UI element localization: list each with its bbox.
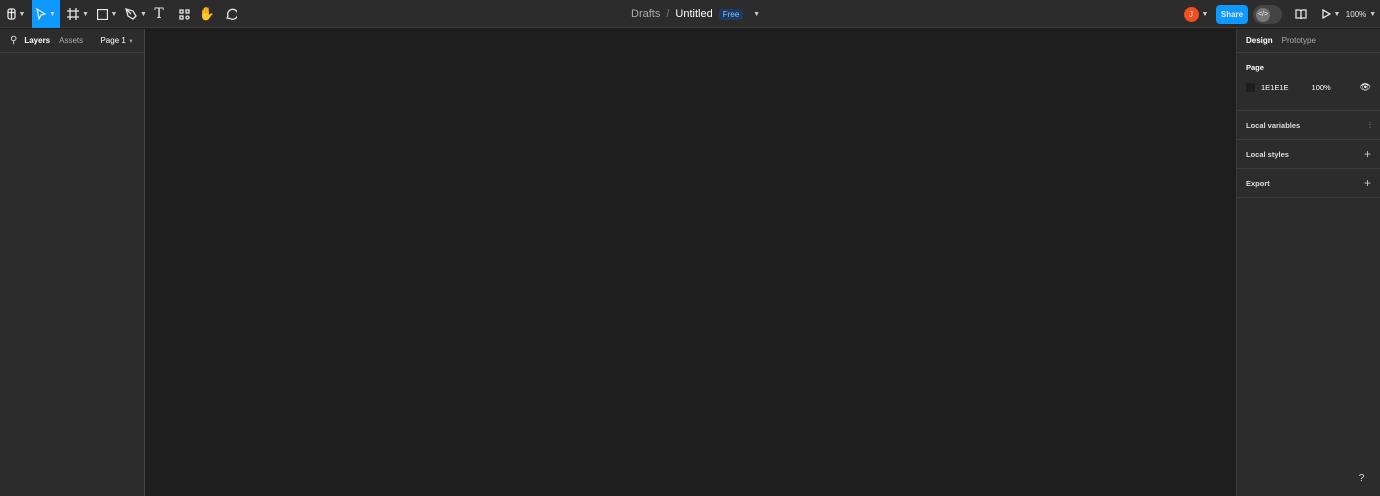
plan-badge: Free — [718, 8, 744, 20]
book-icon — [1295, 9, 1307, 19]
page-selector[interactable]: Page 1 ▼ — [100, 36, 134, 45]
frame-icon — [67, 8, 80, 20]
file-title-area: Drafts / Untitled Free ▼ — [631, 0, 760, 28]
zoom-level: 100% — [1345, 9, 1367, 19]
export-label: Export — [1246, 178, 1270, 188]
pen-icon — [125, 8, 137, 20]
eye-icon[interactable]: 👁 — [1360, 82, 1371, 93]
user-avatar-button[interactable]: J ▼ — [1182, 0, 1210, 28]
tab-assets[interactable]: Assets — [59, 36, 83, 45]
avatar: J — [1183, 6, 1199, 22]
search-icon[interactable]: ⚲ — [10, 35, 17, 46]
chevron-down-icon: ▼ — [18, 10, 26, 18]
chevron-down-icon: ▼ — [140, 10, 147, 18]
page-color-swatch[interactable] — [1246, 83, 1255, 92]
move-tool-button[interactable]: ▼ — [32, 0, 60, 28]
pen-tool-button[interactable]: ▼ — [124, 0, 148, 28]
breadcrumb-drafts[interactable]: Drafts — [631, 8, 660, 20]
tab-prototype[interactable]: Prototype — [1282, 36, 1316, 45]
text-icon: T — [154, 6, 164, 22]
chevron-down-icon: ▼ — [128, 39, 134, 45]
tab-layers[interactable]: Layers — [24, 36, 50, 45]
chevron-down-icon: ▼ — [1201, 10, 1209, 18]
frame-tool-button[interactable]: ▼ — [66, 0, 90, 28]
page-opacity-value[interactable]: 100% — [1312, 83, 1331, 92]
resources-button[interactable] — [176, 0, 192, 28]
shape-tool-button[interactable]: ▼ — [95, 0, 119, 28]
chevron-down-icon: ▼ — [110, 10, 118, 18]
code-icon: </> — [1256, 7, 1270, 22]
hand-tool-button[interactable]: ✋ — [199, 0, 215, 28]
right-panel: Design Prototype Page 1E1E1E 100% 👁 Loca… — [1236, 29, 1380, 496]
canvas[interactable] — [146, 29, 1236, 496]
share-button[interactable]: Share — [1216, 5, 1248, 24]
play-icon — [1321, 9, 1331, 19]
components-icon — [178, 8, 190, 20]
toolbar: ▼ ▼ ▼ ▼ ▼ T ✋ Drafts / Untitled Free ▼ J… — [0, 0, 1380, 28]
add-export-icon[interactable]: + — [1364, 176, 1371, 190]
page-selector-label: Page 1 — [100, 36, 126, 45]
left-panel: ⚲ Layers Assets Page 1 ▼ — [0, 29, 145, 496]
main-menu-button[interactable]: ▼ — [4, 0, 28, 28]
chevron-down-icon: ▼ — [49, 10, 56, 18]
hand-icon: ✋ — [198, 6, 216, 21]
breadcrumb-separator: / — [666, 8, 670, 20]
file-name[interactable]: Untitled — [675, 8, 712, 20]
library-button[interactable] — [1293, 0, 1309, 28]
chevron-down-icon: ▼ — [1369, 10, 1377, 18]
text-tool-button[interactable]: T — [151, 0, 167, 28]
zoom-menu[interactable]: 100% ▼ — [1346, 0, 1376, 28]
cursor-icon — [36, 8, 47, 20]
present-button[interactable]: ▼ — [1320, 0, 1342, 28]
comment-tool-button[interactable] — [223, 0, 239, 28]
sliders-icon[interactable]: ⫶ — [1369, 120, 1371, 131]
chevron-down-icon: ▼ — [82, 10, 89, 18]
page-section-title: Page — [1246, 63, 1264, 72]
chevron-down-icon: ▼ — [1333, 10, 1341, 18]
tab-design[interactable]: Design — [1246, 36, 1273, 45]
local-variables-label: Local variables — [1246, 120, 1301, 130]
add-style-icon[interactable]: + — [1364, 147, 1371, 161]
file-menu-chevron-icon[interactable]: ▼ — [753, 11, 760, 18]
local-styles-label: Local styles — [1246, 149, 1289, 159]
rectangle-icon — [96, 8, 108, 20]
page-color-value[interactable]: 1E1E1E — [1261, 83, 1289, 92]
dev-mode-toggle[interactable]: </> — [1253, 5, 1282, 24]
help-button[interactable]: ? — [1352, 469, 1371, 488]
comment-icon — [226, 8, 237, 20]
figma-logo-icon — [6, 8, 16, 20]
